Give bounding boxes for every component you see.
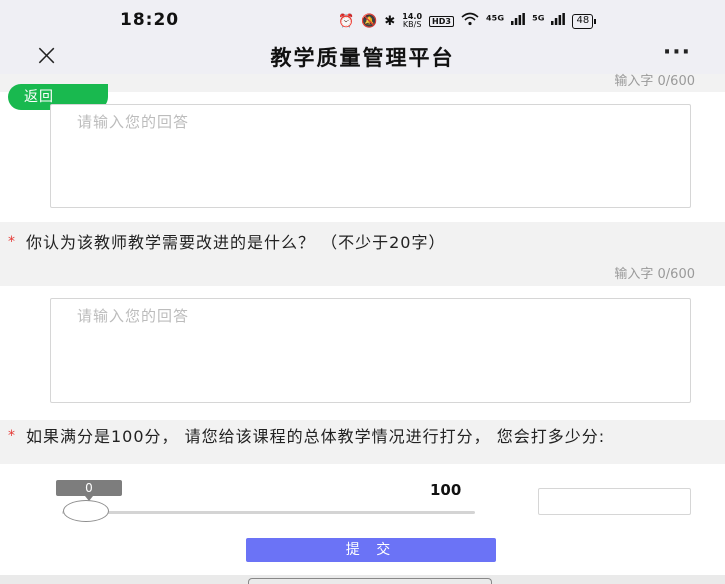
char-counter-1: 输入字 0/600 bbox=[614, 74, 695, 89]
signal-5g-icon-2: ⁵ᴳ bbox=[532, 13, 545, 29]
bluetooth-icon: ✱ bbox=[384, 13, 396, 29]
question-3-text: 如果满分是100分， 请您给该课程的总体教学情况进行打分， 您会打多少分: bbox=[26, 427, 606, 446]
page-title: 教学质量管理平台 bbox=[270, 46, 455, 70]
net-speed-unit: KB/S bbox=[402, 20, 422, 29]
question-2-text: 你认为该教师教学需要改进的是什么？ （不少于20字） bbox=[26, 233, 446, 252]
question-2: * 你认为该教师教学需要改进的是什么？ （不少于20字） bbox=[8, 232, 696, 253]
signal-bars-icon bbox=[511, 13, 525, 29]
home-indicator bbox=[248, 578, 492, 584]
nav-bar: × 教学质量管理平台 ··· bbox=[0, 40, 725, 74]
required-mark: * bbox=[8, 234, 16, 250]
status-bar: 18:20 ⏰ 🔕 ✱ 14.0 KB/S HD3 ⁴⁵ᴳ ⁵ᴳ 48 bbox=[0, 0, 725, 40]
slider-max-label: 100 bbox=[430, 481, 462, 499]
network-speed: 14.0 KB/S bbox=[402, 13, 422, 29]
battery-icon: 48 bbox=[572, 13, 596, 29]
score-input[interactable] bbox=[538, 488, 691, 515]
answer-textarea-2[interactable] bbox=[50, 298, 691, 403]
mute-icon: 🔕 bbox=[361, 13, 378, 29]
answer-textarea-1[interactable] bbox=[50, 104, 691, 208]
alarm-icon: ⏰ bbox=[338, 13, 355, 29]
wifi-icon bbox=[461, 12, 479, 30]
submit-button[interactable]: 提 交 bbox=[246, 538, 496, 562]
status-time: 18:20 bbox=[120, 10, 180, 30]
signal-bars-icon-2 bbox=[551, 13, 566, 29]
char-counter-2: 输入字 0/600 bbox=[614, 267, 695, 282]
score-slider-track[interactable] bbox=[62, 511, 475, 514]
question-3: * 如果满分是100分， 请您给该课程的总体教学情况进行打分， 您会打多少分: bbox=[8, 426, 696, 447]
slider-value-tooltip: 0 bbox=[56, 480, 122, 501]
signal-5g-icon: ⁴⁵ᴳ bbox=[485, 13, 505, 29]
score-slider-thumb[interactable] bbox=[63, 500, 109, 522]
required-mark-3: * bbox=[8, 428, 16, 444]
hd-icon: HD3 bbox=[429, 15, 454, 27]
status-icons: ⏰ 🔕 ✱ 14.0 KB/S HD3 ⁴⁵ᴳ ⁵ᴳ 48 bbox=[338, 12, 596, 30]
more-options-icon[interactable]: ··· bbox=[663, 40, 691, 65]
